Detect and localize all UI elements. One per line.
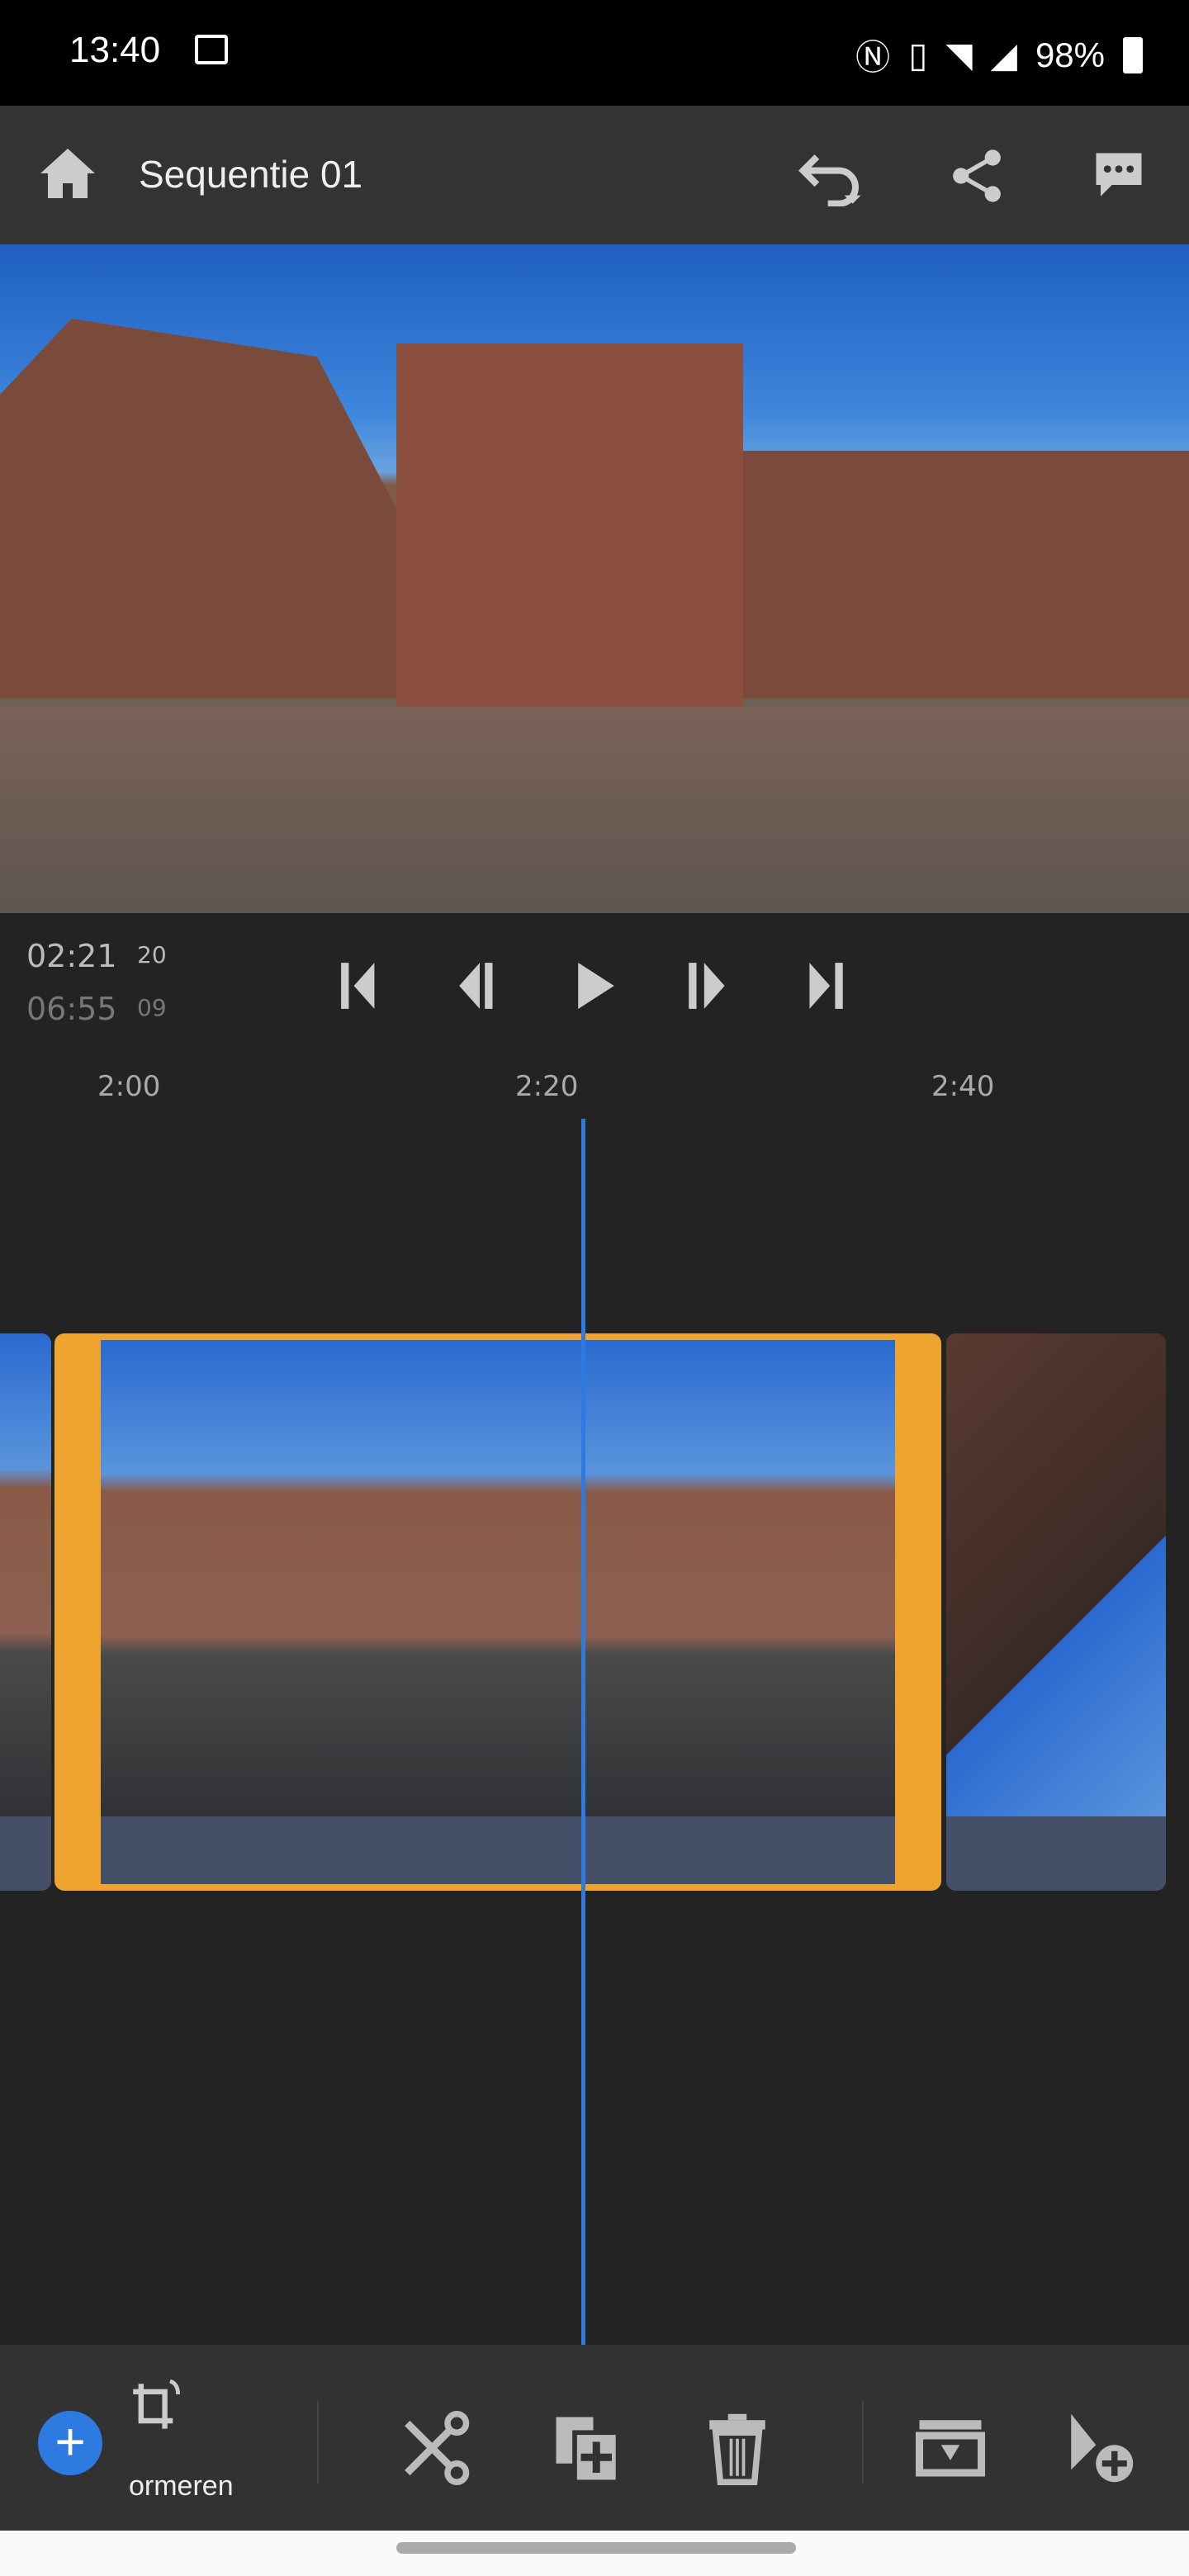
- add-media-button[interactable]: +: [38, 2411, 102, 2475]
- vibrate-icon: ▯: [908, 36, 928, 74]
- current-frames: 20: [137, 941, 167, 968]
- gallery-notification-icon: [195, 35, 228, 64]
- edit-toolbar: + ormeren: [0, 2345, 1189, 2531]
- insert-clip-icon[interactable]: [913, 2411, 988, 2485]
- nfc-icon: Ⓝ: [855, 38, 891, 77]
- select-add-icon[interactable]: [1062, 2411, 1136, 2485]
- divider: [862, 2401, 864, 2484]
- ruler-label: 2:00: [97, 1070, 161, 1103]
- transform-icon[interactable]: [130, 2378, 183, 2437]
- app-header: Sequentie 01: [0, 106, 1189, 244]
- skip-to-end-icon[interactable]: [799, 963, 850, 1009]
- signal-icon: ◢: [990, 36, 1017, 74]
- system-nav-bar: [0, 2531, 1189, 2576]
- clip-thumbnail: [101, 1340, 895, 1816]
- status-time: 13:40: [69, 30, 161, 70]
- clip-previous[interactable]: [0, 1333, 51, 1891]
- home-gesture-handle[interactable]: [396, 2542, 796, 2554]
- play-icon[interactable]: [573, 963, 619, 1009]
- split-scissors-icon[interactable]: [398, 2411, 472, 2485]
- audio-waveform: [101, 1816, 895, 1884]
- duplicate-icon[interactable]: [550, 2411, 624, 2485]
- battery-percent: 98%: [1035, 35, 1105, 74]
- rijksmuseum-building: [396, 343, 743, 732]
- step-forward-icon[interactable]: [684, 963, 735, 1009]
- audio-waveform: [0, 1816, 51, 1891]
- home-icon[interactable]: [38, 145, 97, 201]
- current-time: 02:21: [26, 938, 117, 974]
- video-preview[interactable]: [0, 244, 1189, 913]
- delete-trash-icon[interactable]: [700, 2411, 775, 2485]
- transform-label[interactable]: ormeren: [129, 2470, 234, 2503]
- ruler-label: 2:40: [931, 1070, 995, 1103]
- divider: [317, 2401, 319, 2484]
- wifi-icon: ◥: [945, 36, 973, 74]
- sequence-title: Sequentie 01: [139, 153, 363, 196]
- step-back-icon[interactable]: [454, 963, 505, 1009]
- undo-icon[interactable]: [798, 149, 864, 206]
- audio-waveform: [946, 1816, 1166, 1891]
- share-icon[interactable]: [950, 149, 1004, 203]
- comment-icon[interactable]: [1092, 149, 1146, 203]
- duration-frames: 09: [137, 994, 167, 1021]
- playhead[interactable]: [581, 1119, 585, 2345]
- clip-next[interactable]: [946, 1333, 1166, 1891]
- status-bar: 13:40 Ⓝ ▯ ◥ ◢ 98%: [0, 0, 1189, 106]
- duration-time: 06:55: [26, 991, 117, 1027]
- battery-icon: [1123, 36, 1143, 73]
- skip-to-start-icon[interactable]: [339, 963, 390, 1009]
- clip-selected[interactable]: [54, 1333, 941, 1891]
- ruler-label: 2:20: [515, 1070, 579, 1103]
